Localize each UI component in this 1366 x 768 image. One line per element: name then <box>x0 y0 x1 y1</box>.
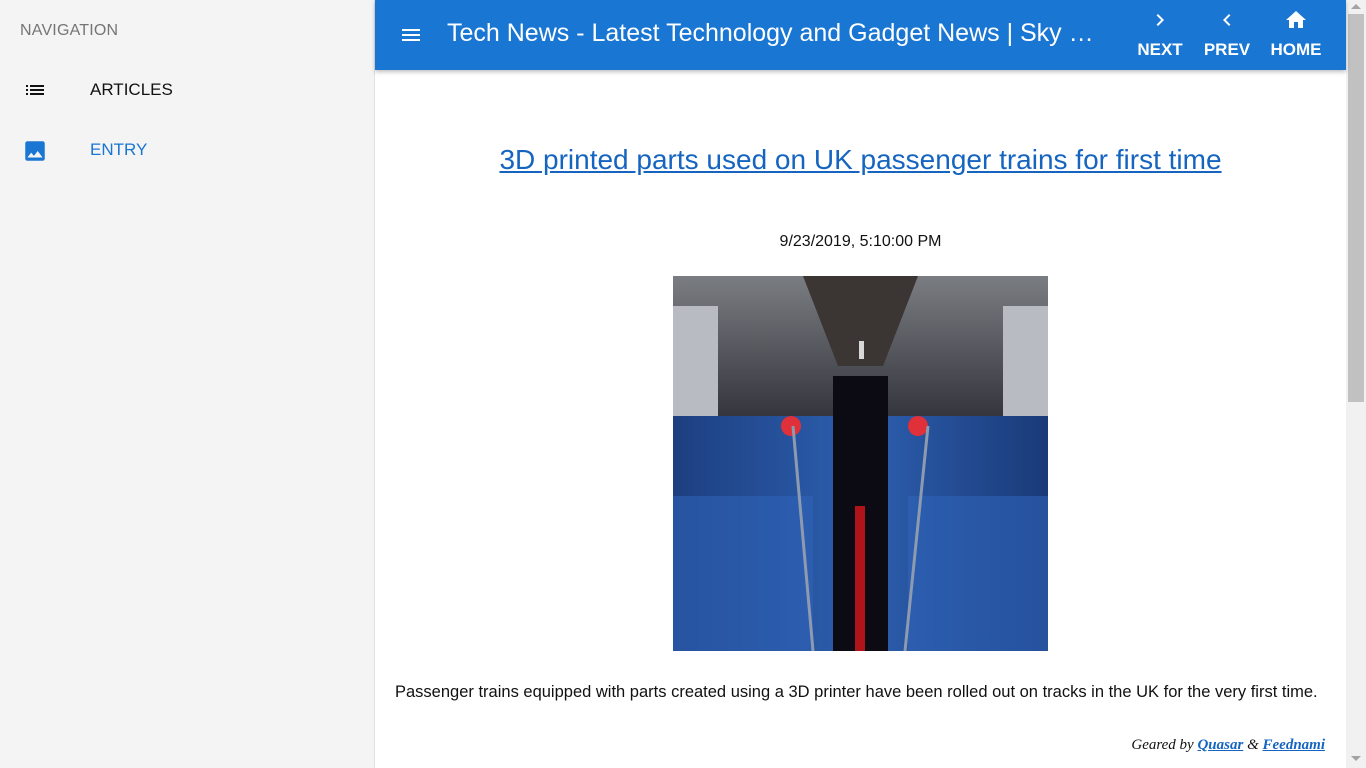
next-label: NEXT <box>1137 40 1183 59</box>
navigation-header: NAVIGATION <box>20 22 119 39</box>
article-image <box>673 276 1048 651</box>
article-summary: Passenger trains equipped with parts cre… <box>395 683 1318 701</box>
image-icon <box>22 138 48 162</box>
home-icon <box>1286 11 1306 28</box>
scroll-up-arrow-icon[interactable] <box>1351 4 1361 9</box>
home-label: HOME <box>1270 40 1322 59</box>
navigation-drawer: NAVIGATION ARTICLES ENTRY <box>0 0 375 768</box>
quasar-link[interactable]: Quasar <box>1197 737 1243 753</box>
next-button[interactable]: NEXT <box>1132 0 1188 70</box>
chevron-left-icon <box>1223 14 1231 26</box>
sidebar-item-label: ENTRY <box>90 140 148 159</box>
prev-label: PREV <box>1203 40 1251 59</box>
article-title-link[interactable]: 3D printed parts used on UK passenger tr… <box>375 144 1346 176</box>
scrollbar-thumb[interactable] <box>1348 14 1364 402</box>
credits: Geared by Quasar & Feednami <box>1131 737 1325 754</box>
credits-separator: & <box>1247 737 1259 753</box>
list-icon <box>22 78 48 102</box>
credits-prefix: Geared by <box>1131 737 1194 753</box>
prev-button[interactable]: PREV <box>1197 0 1257 70</box>
app-toolbar: Tech News - Latest Technology and Gadget… <box>375 0 1346 70</box>
page-title: Tech News - Latest Technology and Gadget… <box>447 19 1107 47</box>
scroll-down-arrow-icon[interactable] <box>1351 756 1361 761</box>
chevron-right-icon <box>1156 14 1164 26</box>
home-button[interactable]: HOME <box>1263 0 1329 70</box>
article-date: 9/23/2019, 5:10:00 PM <box>779 233 942 250</box>
sidebar-item-articles[interactable]: ARTICLES <box>0 60 374 120</box>
sidebar-item-label: ARTICLES <box>90 80 173 99</box>
sidebar-item-entry[interactable]: ENTRY <box>0 120 374 180</box>
scrollbar[interactable] <box>1346 0 1366 768</box>
feednami-link[interactable]: Feednami <box>1263 737 1326 753</box>
article-content: 3D printed parts used on UK passenger tr… <box>375 70 1346 768</box>
menu-icon[interactable] <box>397 23 425 47</box>
